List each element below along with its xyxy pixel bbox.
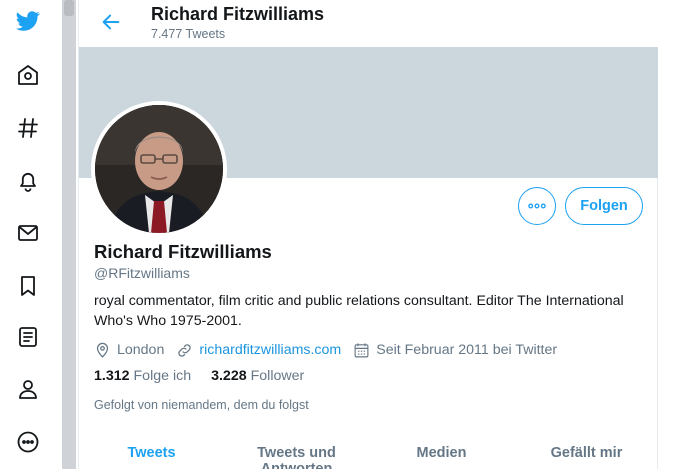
tab-likes[interactable]: Gefällt mir xyxy=(514,436,659,469)
avatar[interactable] xyxy=(91,101,227,237)
location-pin-icon xyxy=(96,342,109,358)
followers-count: 3.228 xyxy=(211,368,247,384)
header-tweet-count: 7.477 Tweets xyxy=(151,27,226,41)
tab-tweets-and-replies[interactable]: Tweets und Antworten xyxy=(224,436,369,469)
profile-bio: royal commentator, film critic and publi… xyxy=(94,293,624,329)
explore-hash-icon[interactable] xyxy=(11,111,45,145)
twitter-logo-icon[interactable] xyxy=(11,4,45,38)
website-link[interactable]: richardfitzwilliams.com xyxy=(199,342,341,358)
location-text: London xyxy=(117,342,165,358)
profile-header-bar: Richard Fitzwilliams 7.477 Tweets xyxy=(79,0,659,47)
header-profile-name: Richard Fitzwilliams xyxy=(151,4,325,24)
calendar-icon xyxy=(354,342,369,357)
home-icon[interactable] xyxy=(11,58,45,92)
right-gutter xyxy=(658,0,680,469)
profile-icon[interactable] xyxy=(11,372,45,406)
following-count: 1.312 xyxy=(94,368,130,384)
follow-button[interactable]: Folgen xyxy=(565,187,643,225)
messages-envelope-icon[interactable] xyxy=(11,216,45,250)
ellipsis-icon xyxy=(528,203,546,209)
sidebar-nav xyxy=(0,0,62,469)
followed-by-text: Gefolgt von niemandem, dem du folgst xyxy=(94,398,309,412)
website-item: richardfitzwilliams.com xyxy=(176,342,341,359)
tab-media[interactable]: Medien xyxy=(369,436,514,469)
more-icon[interactable] xyxy=(11,425,45,459)
profile-stats: 1.312 Folge ich 3.228 Follower xyxy=(94,368,324,384)
lists-icon[interactable] xyxy=(11,320,45,354)
notifications-bell-icon[interactable] xyxy=(11,164,45,198)
location-item: London xyxy=(94,342,164,359)
joined-text: Seit Februar 2011 bei Twitter xyxy=(376,342,558,358)
profile-meta: London richardfitzwilliams.com Seit Febr… xyxy=(94,340,569,360)
followers-label: Follower xyxy=(250,368,305,384)
back-arrow-icon[interactable] xyxy=(97,8,125,36)
profile-tabs: Tweets Tweets und Antworten Medien Gefäl… xyxy=(79,436,659,469)
link-icon xyxy=(178,343,192,357)
joined-item: Seit Februar 2011 bei Twitter xyxy=(353,342,557,359)
profile-name: Richard Fitzwilliams xyxy=(94,241,272,262)
scrollbar-thumb[interactable] xyxy=(64,0,74,16)
profile-column: Richard Fitzwilliams 7.477 Tweets Folgen… xyxy=(78,0,659,469)
more-options-button[interactable] xyxy=(518,187,556,225)
tab-tweets[interactable]: Tweets xyxy=(79,436,224,469)
following-stat[interactable]: 1.312 Folge ich xyxy=(94,368,191,384)
scrollbar[interactable] xyxy=(62,0,76,469)
followers-stat[interactable]: 3.228 Follower xyxy=(211,368,304,384)
bookmarks-icon[interactable] xyxy=(11,269,45,303)
profile-handle: @RFitzwilliams xyxy=(94,265,190,281)
following-label: Folge ich xyxy=(133,368,192,384)
